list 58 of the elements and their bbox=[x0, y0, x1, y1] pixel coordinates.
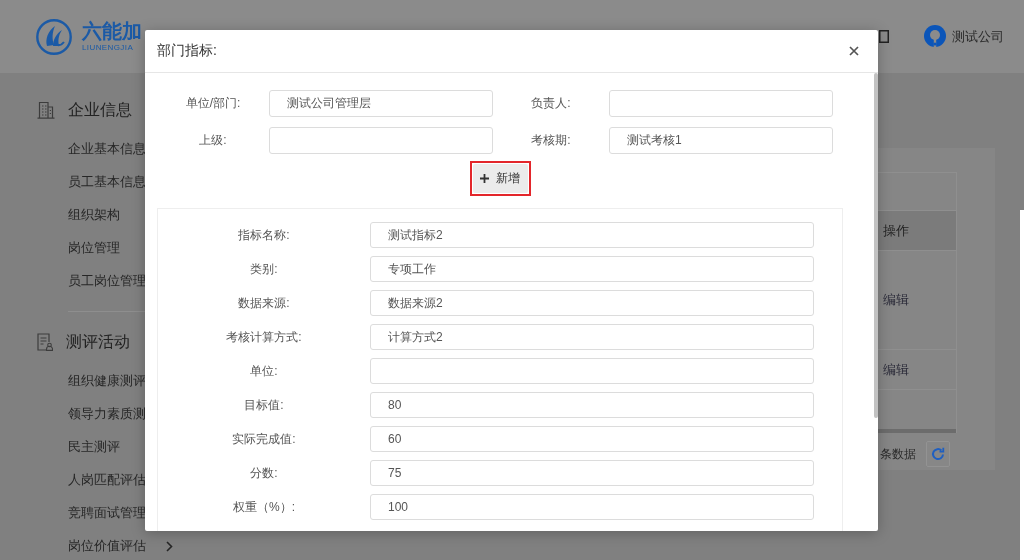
field-label: 单位/部门: bbox=[185, 95, 241, 112]
field-label: 目标值: bbox=[244, 396, 284, 414]
sidebar-item[interactable]: 岗位管理 bbox=[68, 238, 120, 258]
input-field[interactable]: 专项工作 bbox=[370, 256, 814, 282]
section-title: 测评活动 bbox=[66, 332, 130, 352]
sidebar-item[interactable]: 人岗匹配评估 bbox=[68, 470, 146, 490]
input-field[interactable]: 测试公司管理层 bbox=[269, 90, 493, 117]
sidebar-item[interactable]: 员工岗位管理 bbox=[68, 271, 146, 291]
input-field[interactable]: 数据来源2 bbox=[370, 290, 814, 316]
sidebar-item[interactable]: 岗位价值评估 bbox=[68, 536, 173, 556]
logo-icon bbox=[36, 18, 72, 55]
scrollbar-thumb[interactable] bbox=[874, 73, 878, 418]
field-label: 单位: bbox=[250, 362, 278, 380]
field-label: 考核期: bbox=[531, 132, 571, 149]
logo-text: 六能加 bbox=[82, 20, 142, 43]
sidebar-item[interactable]: 企业基本信息 bbox=[68, 139, 146, 159]
input-field[interactable]: 测试考核1 bbox=[609, 127, 833, 154]
document-icon bbox=[37, 333, 53, 351]
edit-link[interactable]: 编辑 bbox=[883, 360, 909, 379]
pagination-text: 条数据 bbox=[880, 445, 916, 463]
input-field[interactable]: 计算方式2 bbox=[370, 324, 814, 350]
input-field[interactable]: 60 bbox=[370, 426, 814, 452]
add-button[interactable]: 新增 bbox=[472, 164, 528, 193]
sidebar-item[interactable]: 竞聘面试管理 bbox=[68, 503, 146, 523]
input-field[interactable]: 80 bbox=[370, 392, 814, 418]
building-icon bbox=[37, 101, 55, 119]
section-title: 企业信息 bbox=[68, 100, 132, 120]
input-field[interactable] bbox=[269, 127, 493, 154]
input-field[interactable]: 75 bbox=[370, 460, 814, 486]
input-field[interactable] bbox=[370, 358, 814, 384]
input-field[interactable] bbox=[609, 90, 833, 117]
logo-subtitle: LIUNENGJIA bbox=[82, 43, 134, 53]
close-icon[interactable] bbox=[849, 46, 859, 56]
avatar-icon[interactable] bbox=[924, 25, 946, 48]
square-icon[interactable] bbox=[879, 30, 889, 43]
sidebar-item[interactable]: 组织健康测评 bbox=[68, 371, 146, 391]
refresh-icon bbox=[931, 447, 945, 461]
user-name[interactable]: 测试公司 bbox=[952, 27, 1004, 46]
sidebar-item[interactable]: 民主测评 bbox=[68, 437, 120, 457]
field-label: 实际完成值: bbox=[232, 430, 296, 448]
field-label: 考核计算方式: bbox=[226, 328, 302, 346]
refresh-button[interactable] bbox=[926, 441, 950, 467]
sidebar-item[interactable]: 员工基本信息 bbox=[68, 172, 146, 192]
field-label: 上级: bbox=[199, 132, 227, 149]
field-label: 类别: bbox=[250, 260, 278, 278]
plus-icon bbox=[480, 174, 489, 183]
input-field[interactable]: 测试指标2 bbox=[370, 222, 814, 248]
sidebar-item[interactable]: 组织架构 bbox=[68, 205, 120, 225]
column-header: 操作 bbox=[883, 221, 909, 240]
field-label: 指标名称: bbox=[238, 226, 290, 244]
edit-link[interactable]: 编辑 bbox=[883, 291, 909, 309]
field-label: 权重（%）: bbox=[233, 498, 295, 516]
sidebar-item[interactable]: 领导力素质测 bbox=[68, 404, 146, 424]
input-field[interactable]: 100 bbox=[370, 494, 814, 520]
field-label: 分数: bbox=[250, 464, 278, 482]
field-label: 数据来源: bbox=[238, 294, 290, 312]
field-label: 负责人: bbox=[531, 95, 571, 112]
dialog-title: 部门指标: bbox=[157, 42, 218, 60]
